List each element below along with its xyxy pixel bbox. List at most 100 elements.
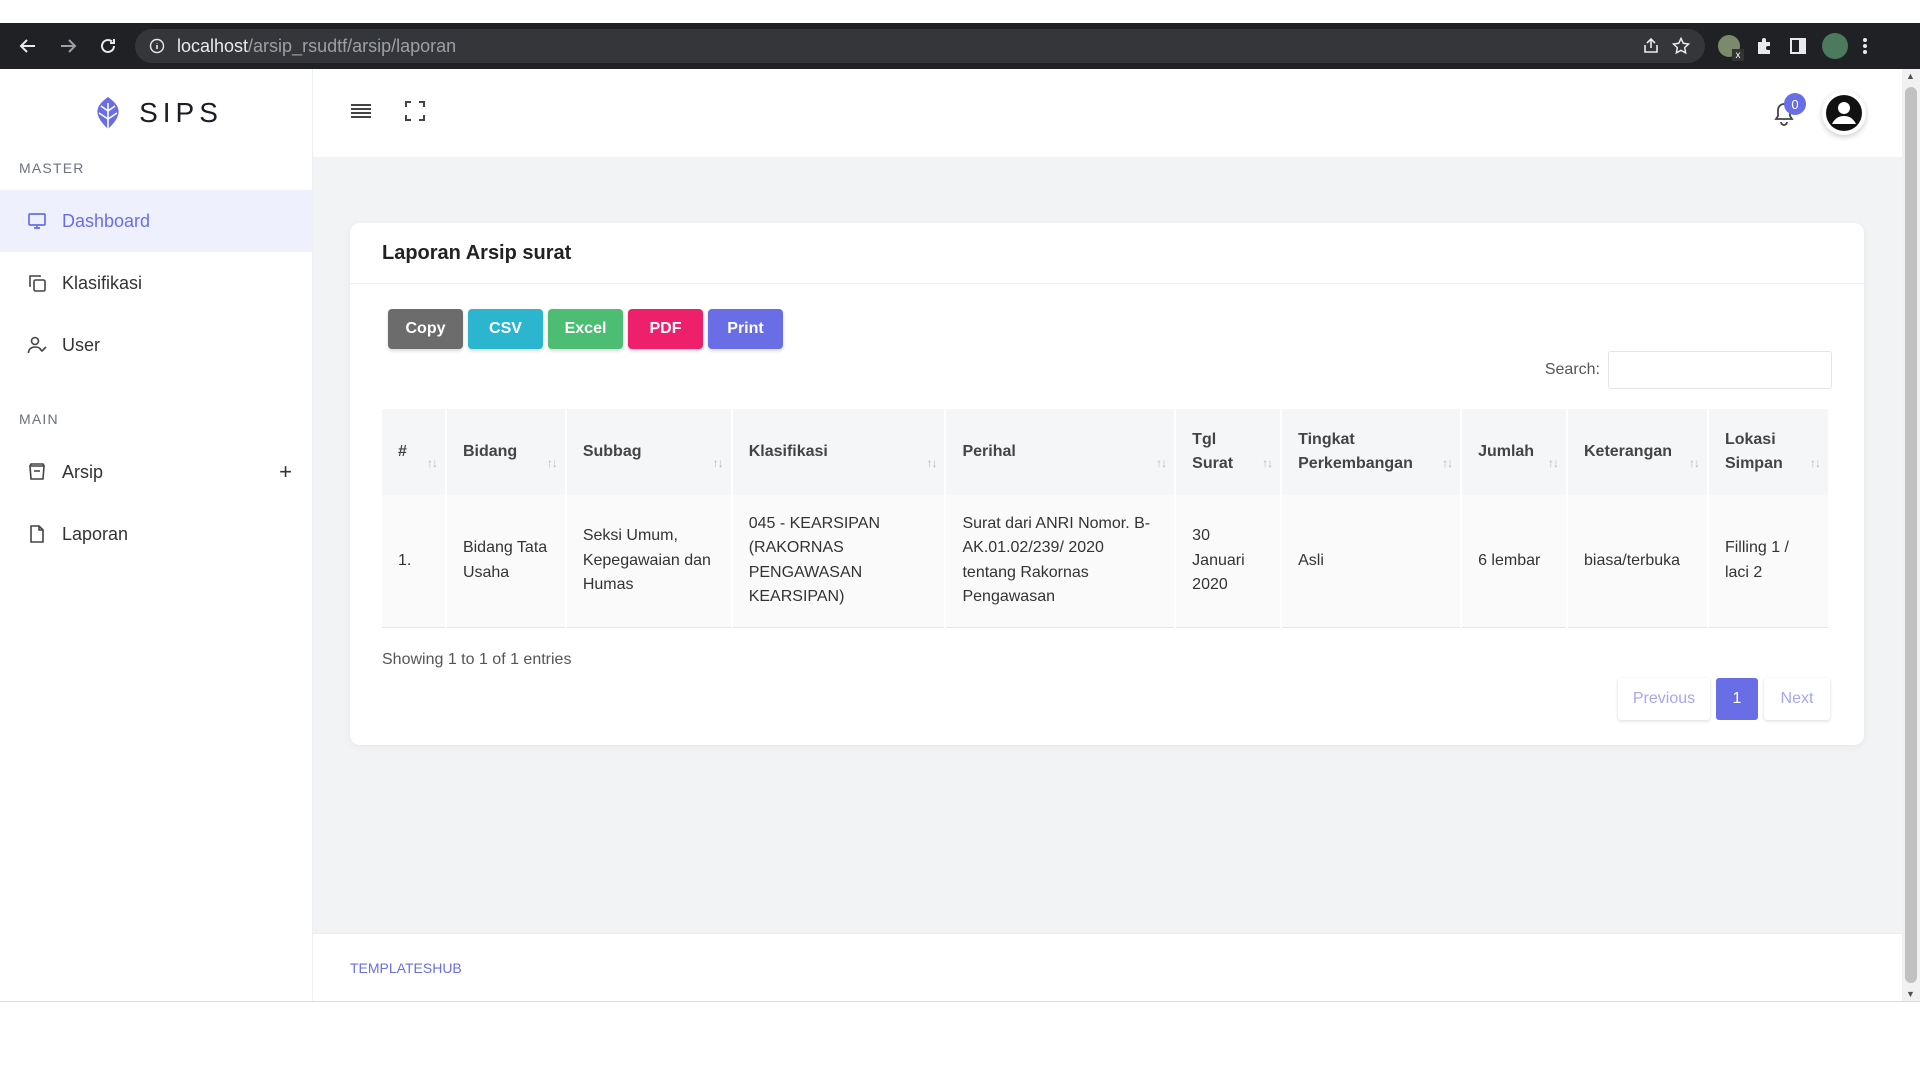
cell-klasifikasi: 045 - KEARSIPAN (RAKORNAS PENGAWASAN KEA…	[731, 495, 947, 628]
copy-button[interactable]: Copy	[388, 309, 463, 349]
file-icon	[26, 523, 48, 545]
card-title: Laporan Arsip surat	[350, 223, 1864, 284]
cell-number: 1.	[382, 495, 447, 628]
arrow-left-icon	[19, 39, 35, 53]
cell-subbag: Seksi Umum, Kepegawaian dan Humas	[565, 495, 733, 628]
sort-icon: ↑↓	[1262, 456, 1273, 470]
search-box: Search:	[1545, 351, 1832, 389]
next-button[interactable]: Next	[1764, 678, 1830, 720]
copy-icon	[26, 272, 48, 294]
sidebar-item-label: Arsip	[62, 461, 104, 482]
reload-icon	[101, 38, 115, 53]
export-buttons: Copy CSV Excel PDF Print	[388, 309, 783, 349]
puzzle-icon[interactable]	[1754, 36, 1774, 56]
column-header[interactable]: Bidang ↑↓	[445, 409, 567, 495]
star-icon[interactable]	[1671, 36, 1691, 56]
cell-lokasi: Filling 1 / laci 2	[1707, 495, 1831, 628]
pagination: Previous 1 Next	[1618, 678, 1830, 720]
user-check-icon	[26, 334, 48, 356]
fullscreen-icon[interactable]	[403, 99, 427, 123]
section-label-main: MAIN	[19, 411, 59, 427]
expand-plus-icon[interactable]: +	[279, 459, 292, 485]
footer-text[interactable]: TEMPLATESHUB	[350, 960, 462, 976]
column-header[interactable]: Lokasi Simpan ↑↓	[1707, 409, 1831, 495]
sort-icon: ↑↓	[926, 456, 937, 470]
column-header[interactable]: Jumlah ↑↓	[1461, 409, 1568, 495]
report-table: # ↑↓ Bidang ↑↓ Subbag ↑↓ Klasifikasi ↑↓ Peri…	[382, 409, 1831, 628]
table-header-row: # ↑↓ Bidang ↑↓ Subbag ↑↓ Klasifikasi ↑↓ Peri…	[382, 409, 1831, 495]
sort-icon: ↑↓	[546, 456, 558, 470]
column-header[interactable]: Perihal ↑↓	[945, 409, 1177, 495]
print-button[interactable]: Print	[708, 309, 783, 349]
leaf-logo-icon	[97, 97, 119, 129]
sidebar-item-user[interactable]: User	[0, 314, 312, 376]
table-info: Showing 1 to 1 of 1 entries	[382, 651, 572, 668]
sidepanel-icon[interactable]	[1788, 36, 1808, 56]
menu-icon[interactable]	[349, 99, 373, 123]
sidebar-item-arsip[interactable]: Arsip +	[0, 441, 312, 503]
forward-button[interactable]	[48, 23, 88, 69]
sort-icon: ↑↓	[1548, 456, 1559, 470]
scroll-up-icon[interactable]: ▲	[1906, 71, 1915, 81]
sidebar: SIPS MASTER Dashboard Klasifikasi User M…	[0, 69, 313, 1001]
url-text: localhost/arsip_rsudtf/arsip/laporan	[177, 35, 457, 56]
search-label: Search:	[1544, 361, 1600, 378]
reload-button[interactable]	[88, 23, 128, 69]
brand-name: SIPS	[139, 97, 223, 128]
archive-icon	[26, 461, 48, 483]
search-input[interactable]	[1608, 351, 1832, 389]
profile-avatar-icon[interactable]	[1822, 33, 1848, 59]
info-icon	[149, 38, 165, 54]
column-header[interactable]: Tgl Surat ↑↓	[1175, 409, 1283, 495]
sidebar-item-label: Laporan	[62, 523, 129, 544]
scrollbar-thumb[interactable]	[1905, 87, 1917, 983]
footer: TEMPLATESHUB	[313, 933, 1902, 1001]
sort-icon: ↑↓	[1688, 456, 1700, 470]
page-1-button[interactable]: 1	[1716, 678, 1758, 720]
sidebar-item-label: Dashboard	[62, 210, 151, 231]
column-header[interactable]: # ↑↓	[382, 409, 447, 495]
cell-perihal: Surat dari ANRI Nomor. B-AK.01.02/239/ 2…	[945, 495, 1177, 628]
cell-jumlah: 6 lembar	[1461, 495, 1568, 628]
sidebar-item-label: Klasifikasi	[62, 272, 143, 293]
pdf-button[interactable]: PDF	[628, 309, 703, 349]
browser-toolbar: localhost/arsip_rsudtf/arsip/laporan x	[0, 23, 1920, 69]
sort-icon: ↑↓	[1442, 456, 1453, 470]
cell-tgl-surat: 30 Januari 2020	[1175, 495, 1283, 628]
report-card: Laporan Arsip surat Copy CSV Excel PDF P…	[350, 223, 1864, 745]
column-header[interactable]: Subbag ↑↓	[565, 409, 733, 495]
scroll-down-icon[interactable]: ▼	[1906, 989, 1915, 999]
excel-button[interactable]: Excel	[548, 309, 623, 349]
cell-tingkat: Asli	[1281, 495, 1463, 628]
previous-button[interactable]: Previous	[1618, 678, 1710, 720]
sidebar-item-label: User	[62, 334, 101, 355]
back-button[interactable]	[8, 23, 48, 69]
csv-button[interactable]: CSV	[468, 309, 543, 349]
kebab-menu-icon[interactable]	[1862, 36, 1868, 56]
cell-keterangan: biasa/terbuka	[1567, 495, 1709, 628]
column-header[interactable]: Keterangan ↑↓	[1567, 409, 1709, 495]
top-navbar: 0	[313, 69, 1902, 157]
sort-icon: ↑↓	[1810, 456, 1821, 470]
table-row[interactable]: 1. Bidang Tata Usaha Seksi Umum, Kepegaw…	[382, 495, 1831, 628]
cell-bidang: Bidang Tata Usaha	[445, 495, 567, 628]
column-header[interactable]: Tingkat Perkembangan ↑↓	[1281, 409, 1463, 495]
scrollbar[interactable]: ▲ ▼	[1902, 69, 1920, 1001]
arrow-right-icon	[61, 39, 77, 53]
user-avatar[interactable]	[1822, 91, 1866, 135]
user-icon	[1826, 95, 1862, 131]
sidebar-item-laporan[interactable]: Laporan	[0, 503, 312, 565]
share-icon[interactable]	[1641, 36, 1661, 56]
main-content: Laporan Arsip surat Copy CSV Excel PDF P…	[313, 157, 1902, 933]
extension-icon[interactable]: x	[1718, 35, 1744, 61]
sidebar-item-klasifikasi[interactable]: Klasifikasi	[0, 252, 312, 314]
sort-icon: ↑↓	[712, 456, 724, 470]
section-label-master: MASTER	[19, 160, 85, 176]
column-header[interactable]: Klasifikasi ↑↓	[731, 409, 947, 495]
notification-badge: 0	[1784, 93, 1806, 115]
sidebar-item-dashboard[interactable]: Dashboard	[0, 190, 312, 252]
sort-icon: ↑↓	[426, 456, 438, 470]
brand[interactable]: SIPS	[0, 69, 312, 157]
blank-area	[0, 1001, 1920, 1080]
address-bar[interactable]: localhost/arsip_rsudtf/arsip/laporan	[135, 29, 1705, 63]
